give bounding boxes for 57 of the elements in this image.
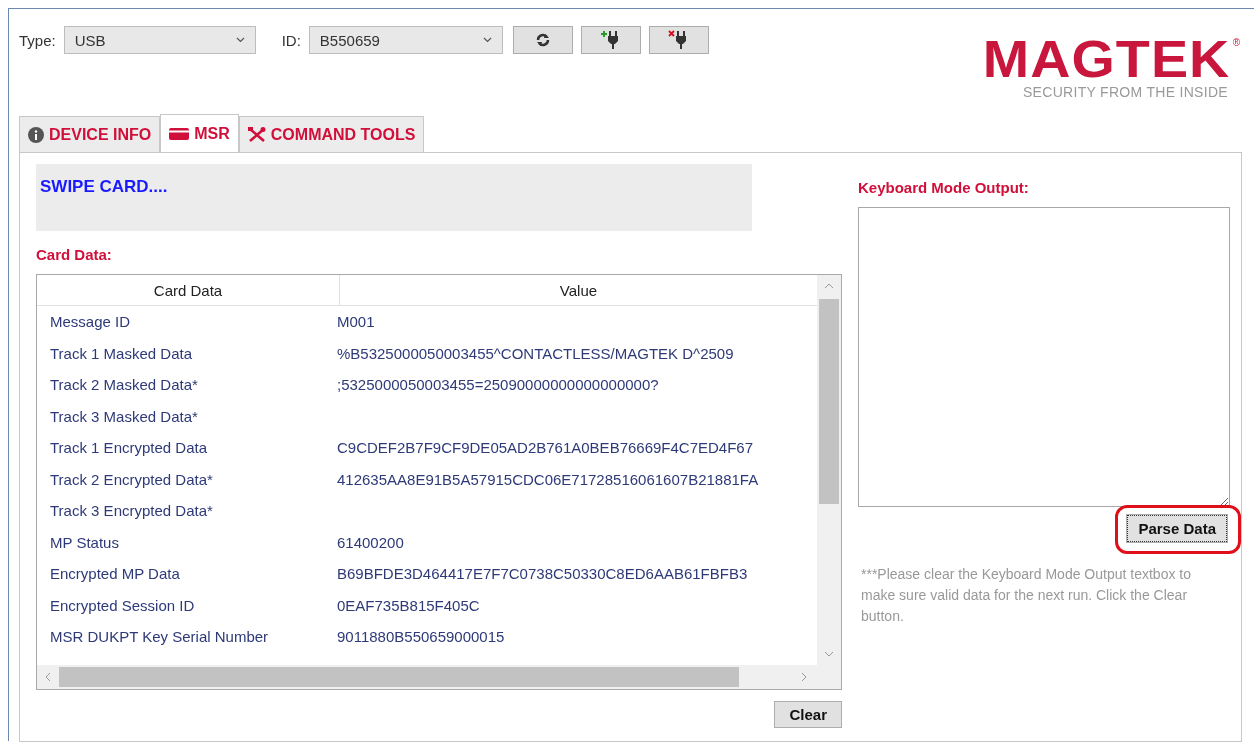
- tab[interactable]: MSR: [160, 114, 239, 152]
- type-label: Type:: [19, 31, 56, 49]
- field-value-cell-text: 61400200: [337, 533, 405, 551]
- scroll-down-icon[interactable]: [824, 651, 834, 657]
- logo-wordmark: MAGTEK: [983, 37, 1231, 81]
- field-name-cell-text: Message ID: [49, 313, 132, 331]
- field-name-cell-text: Track 1 Masked Data: [49, 344, 193, 362]
- keyboard-output-field[interactable]: [858, 207, 1230, 507]
- field-value-cell-text: M001: [337, 313, 376, 331]
- column-header[interactable]: Card Data: [37, 275, 340, 305]
- refresh-icon: [534, 32, 551, 48]
- disconnect-button[interactable]: [648, 26, 709, 54]
- scroll-right-icon[interactable]: [801, 672, 807, 682]
- column-header[interactable]: Value: [340, 275, 817, 305]
- tab-label: DEVICE INFO: [49, 125, 152, 144]
- status-banner: SWIPE CARD....: [36, 164, 752, 231]
- field-value-cell-text: 412635AA8E91B5A57915CDC06E71728516061607B21881FA: [337, 470, 760, 488]
- instruction-note: ***Please clear the Keyboard Mode Output textbox to make sure valid data for the next run. Click the Clear button.: [860, 565, 1192, 626]
- tab-label: MSR: [194, 124, 230, 143]
- section-heading: Card Data:: [36, 246, 113, 263]
- connect-button[interactable]: [580, 26, 641, 54]
- field-name-cell-text: Track 1 Encrypted Data: [49, 439, 208, 457]
- registered-mark: ®: [1232, 37, 1240, 48]
- clear-button[interactable]: Clear: [774, 701, 842, 728]
- field-name-cell-text: Track 2 Encrypted Data*: [49, 470, 214, 488]
- logo-tagline: SECURITY FROM THE INSIDE: [1022, 84, 1228, 100]
- field-value-cell-text: 9011880B550659000015: [337, 628, 506, 646]
- tab-label: COMMAND TOOLS: [270, 125, 416, 144]
- tab[interactable]: COMMAND TOOLS: [238, 116, 425, 152]
- section-heading: Keyboard Mode Output:: [858, 179, 1030, 196]
- card-icon: [169, 127, 190, 140]
- dropdown-caret-icon: [482, 37, 492, 43]
- parse-data-button[interactable]: Parse Data: [1127, 515, 1227, 542]
- field-name-cell-text: Track 3 Masked Data*: [49, 407, 199, 425]
- field-name-cell-text: Track 3 Encrypted Data*: [49, 502, 214, 520]
- field-name-cell-text: MSR DUKPT Key Serial Number: [49, 628, 270, 646]
- vertical-scrollbar[interactable]: [817, 275, 841, 665]
- tab[interactable]: DEVICE INFO: [19, 116, 161, 152]
- scroll-left-icon[interactable]: [45, 672, 51, 682]
- id-label: ID:: [281, 31, 301, 49]
- tools-icon: [247, 126, 266, 143]
- scroll-up-icon[interactable]: [824, 283, 834, 289]
- dropdown-caret-icon: [235, 37, 245, 43]
- horizontal-scrollbar[interactable]: [37, 665, 817, 689]
- field-value-cell-text: 0EAF735B815F405C: [337, 596, 481, 614]
- refresh-button[interactable]: [512, 26, 573, 54]
- field-value-cell-text: B69BFDE3D464417E7F7C0738C50330C8ED6AAB61FBFB3: [337, 565, 749, 583]
- field-value-cell-text: ;5325000050003455=25090000000000000000?: [337, 376, 660, 394]
- id-dropdown[interactable]: B550659: [308, 26, 503, 54]
- field-name-cell-text: MP Status: [49, 533, 120, 551]
- type-dropdown[interactable]: USB: [63, 26, 256, 54]
- info-icon: [28, 126, 44, 143]
- field-name-cell-text: Encrypted MP Data: [49, 565, 181, 583]
- field-value-cell-text: C9CDEF2B7F9CF9DE05AD2B761A0BEB76669F4C7ED4F67: [337, 439, 755, 457]
- field-name-cell-text: Encrypted Session ID: [49, 596, 196, 614]
- field-name-cell-text: Track 2 Masked Data*: [49, 376, 199, 394]
- field-value-cell-text: %B5325000050003455^CONTACTLESS/MAGTEK D^2509: [337, 344, 735, 362]
